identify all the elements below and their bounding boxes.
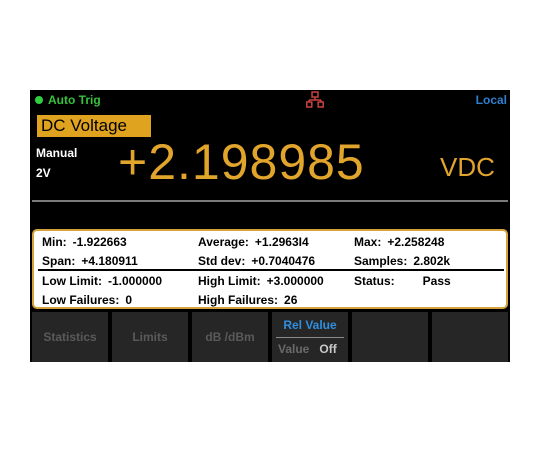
statistics-panel: Min: -1.922663 Average: +1.2963I4 Max: +2.2… — [32, 229, 508, 309]
network-icon — [306, 91, 324, 108]
blank-softkey-6[interactable] — [432, 312, 508, 362]
trigger-mode: Auto Trig — [48, 93, 101, 107]
rel-value-title: Rel Value — [283, 318, 337, 332]
stat-min: Min: -1.922663 — [42, 235, 127, 249]
statistics-softkey[interactable]: Statistics — [32, 312, 108, 362]
stat-low-failures: Low Failures: 0 — [42, 293, 133, 307]
stats-separator — [38, 269, 504, 271]
range-value: 2V — [36, 166, 51, 180]
rel-value-divider — [276, 337, 344, 338]
limits-softkey[interactable]: Limits — [112, 312, 188, 362]
divider — [32, 200, 508, 202]
reading-unit: VDC — [440, 152, 495, 182]
rel-value-softkey[interactable]: Rel Value Value Off — [272, 312, 348, 362]
main-reading: +2.198985 — [118, 134, 365, 190]
stat-span: Span: +4.180911 — [42, 254, 138, 268]
stat-high-limit: High Limit: +3.000000 — [198, 274, 324, 288]
stat-max: Max: +2.258248 — [354, 235, 445, 249]
range-mode: Manual — [36, 146, 78, 160]
stat-samples: Samples: 2.802k — [354, 254, 451, 268]
stat-average: Average: +1.2963I4 — [198, 235, 309, 249]
stat-high-failures: High Failures: 26 — [198, 293, 298, 307]
trigger-indicator-icon — [35, 96, 43, 104]
stat-low-limit: Low Limit: -1.000000 — [42, 274, 163, 288]
instrument-screen: Auto Trig Local DC Voltage Manual 2V +2.… — [30, 90, 510, 362]
db-softkey[interactable]: dB /dBm — [192, 312, 268, 362]
rel-value-setting: Value Off — [278, 342, 337, 356]
softkey-bar: Statistics Limits dB /dBm Rel Value Valu… — [30, 312, 510, 362]
stat-status: Status: Pass — [354, 274, 451, 288]
blank-softkey-5[interactable] — [352, 312, 428, 362]
remote-status: Local — [475, 93, 507, 107]
stat-stddev: Std dev: +0.7040476 — [198, 254, 316, 268]
status-bar: Auto Trig Local — [30, 90, 510, 110]
